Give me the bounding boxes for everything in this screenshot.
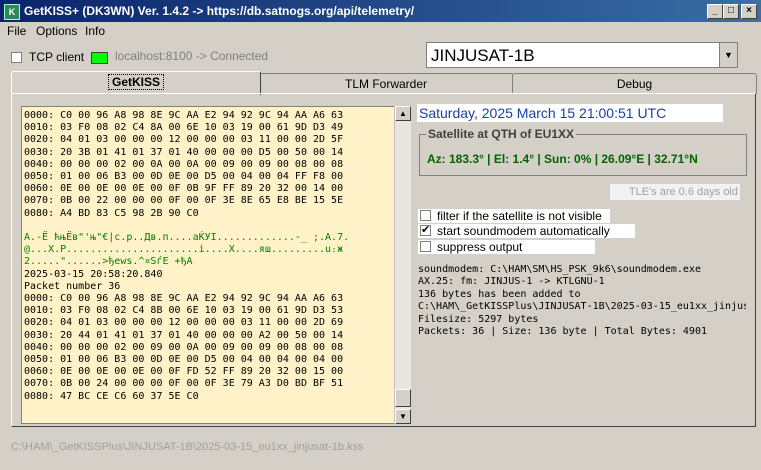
hex-line: 0010: 03 F0 08 02 C4 8A 00 6E 10 03 19 0… [24,122,344,134]
option-suppress-output[interactable]: suppress output [418,240,595,254]
packet-timestamp: 2025-03-15 20:58:20.840 [24,268,163,280]
hex-line: 0030: 20 44 01 41 01 37 01 40 00 00 00 A… [24,329,344,341]
tle-age: TLE's are 0.6 days old [610,184,740,200]
satellite-qth-title: Satellite at QTH of EU1XX [426,127,577,141]
satellite-position-info: Az: 183.3° | El: 1.4° | Sun: 0% | 26.09°… [427,152,698,166]
ascii-line: А.-Ё ћњЁв"'њ"€|с.р..Дв.п....аЌУI........… [24,232,350,244]
hex-line: 0080: A4 BD 83 C5 98 2B 90 C0 [24,207,199,219]
close-button[interactable]: × [741,4,757,19]
satellite-qth-group: Satellite at QTH of EU1XX Az: 183.3° | E… [419,127,747,176]
title-bar[interactable]: K GetKISS+ (DK3WN) Ver. 1.4.2 -> https:/… [0,0,761,22]
hex-line: 0070: 0B 00 22 00 00 00 0F 00 0F 3E 8E 6… [24,195,344,207]
suppress-output-checkbox[interactable] [420,241,431,252]
soundmodem-log-text: soundmodem: C:\HAM\SM\HS_PSK_9k6\soundmo… [418,264,746,338]
log-line: soundmodem: C:\HAM\SM\HS_PSK_9k6\soundmo… [418,264,701,275]
hex-line: 0020: 04 01 03 00 00 00 12 00 00 00 03 1… [24,317,344,329]
tab-debug[interactable]: Debug [512,73,757,94]
filter-visible-checkbox[interactable] [420,210,431,221]
tab-getkiss[interactable]: GetKISS [11,71,261,95]
option-start-soundmodem[interactable]: start soundmodem automatically [418,223,635,238]
log-line: 136 bytes has been added to [418,288,581,300]
hex-line: 0000: C0 00 96 A8 98 8E 9C AA E2 94 92 9… [24,293,344,305]
hex-dump-text: 0000: C0 00 96 A8 98 8E 9C AA E2 94 92 9… [22,107,394,403]
hex-line: 0010: 03 F0 08 02 C4 8B 00 6E 10 03 19 0… [24,305,344,317]
hex-dump-scrollbar[interactable]: ▲ ▼ [394,106,411,424]
packet-number: Packet number 36 [24,280,121,292]
satellite-select[interactable]: JINJUSAT-1B ▼ [426,42,738,68]
hex-line: 0020: 04 01 03 00 00 00 12 00 00 00 03 1… [24,134,344,146]
soundmodem-log: soundmodem: C:\HAM\SM\HS_PSK_9k6\soundmo… [418,264,746,349]
window-title: GetKISS+ (DK3WN) Ver. 1.4.2 -> https://d… [24,4,415,18]
hex-line: 0000: C0 00 96 A8 98 8E 9C AA E2 94 92 9… [24,110,344,121]
start-soundmodem-checkbox[interactable] [420,223,431,236]
connection-status: localhost:8100 -> Connected [115,49,269,63]
menu-bar: File Options Info [0,22,761,40]
log-line: Filesize: 5297 bytes [418,313,539,325]
option-filter-visible[interactable]: filter if the satellite is not visible [418,209,610,223]
hex-line: 0040: 00 00 00 02 00 09 00 0A 00 09 00 0… [24,341,344,353]
minimize-button[interactable]: _ [707,4,723,19]
hex-line: 0030: 20 3B 01 41 01 37 01 40 00 00 00 D… [24,146,344,158]
ascii-line: @...X.P......................i....X....я… [24,244,344,256]
tcp-client-checkbox[interactable] [11,52,22,63]
scroll-thumb[interactable] [395,389,411,407]
log-line: C:\HAM\_GetKISSPlus\JINJUSAT-1B\2025-03-… [418,301,746,313]
scroll-down-icon[interactable]: ▼ [395,409,411,424]
status-file-path: C:\HAM\_GetKISSPlus\JINJUSAT-1B\2025-03-… [11,441,364,453]
ascii-line: 2....."......>ђеws.^¤SѓЕ +ђA [24,256,193,268]
menu-options[interactable]: Options [36,24,77,38]
hex-line: 0050: 01 00 06 B3 00 0D 0E 00 D5 00 04 0… [24,171,344,183]
menu-info[interactable]: Info [85,24,105,38]
datetime-display: Saturday, 2025 March 15 21:00:51 UTC [417,104,723,122]
app-icon: K [4,4,20,20]
hex-dump-output[interactable]: 0000: C0 00 96 A8 98 8E 9C AA E2 94 92 9… [21,106,395,424]
tcp-client-label: TCP client [29,50,85,64]
hex-line: 0050: 01 00 06 B3 00 0D 0E 00 D5 00 04 0… [24,354,344,366]
log-line: Packets: 36 | Size: 136 byte | Total Byt… [418,326,707,338]
scroll-up-icon[interactable]: ▲ [395,106,411,121]
chevron-down-icon[interactable]: ▼ [719,43,737,67]
log-line: AX.25: fm: JINJUS-1 -> KTLGNU-1 [418,276,605,288]
hex-line: 0060: 0E 00 0E 00 0E 00 0F FD 52 FF 89 2… [24,366,344,378]
hex-line: 0060: 0E 00 0E 00 0E 00 0F 0B 9F FF 89 2… [24,183,344,195]
hex-line: 0070: 0B 00 24 00 00 00 0F 00 0F 3E 79 A… [24,378,344,390]
hex-line: 0040: 00 00 00 02 00 0A 00 0A 00 09 00 0… [24,158,344,170]
connection-status-led [91,52,108,64]
satellite-select-value: JINJUSAT-1B [431,46,535,65]
menu-file[interactable]: File [7,24,26,38]
maximize-button[interactable]: □ [723,4,739,19]
tab-tlm-forwarder[interactable]: TLM Forwarder [258,73,514,94]
hex-line: 0080: 47 BC CE C6 60 37 5E C0 [24,390,199,402]
